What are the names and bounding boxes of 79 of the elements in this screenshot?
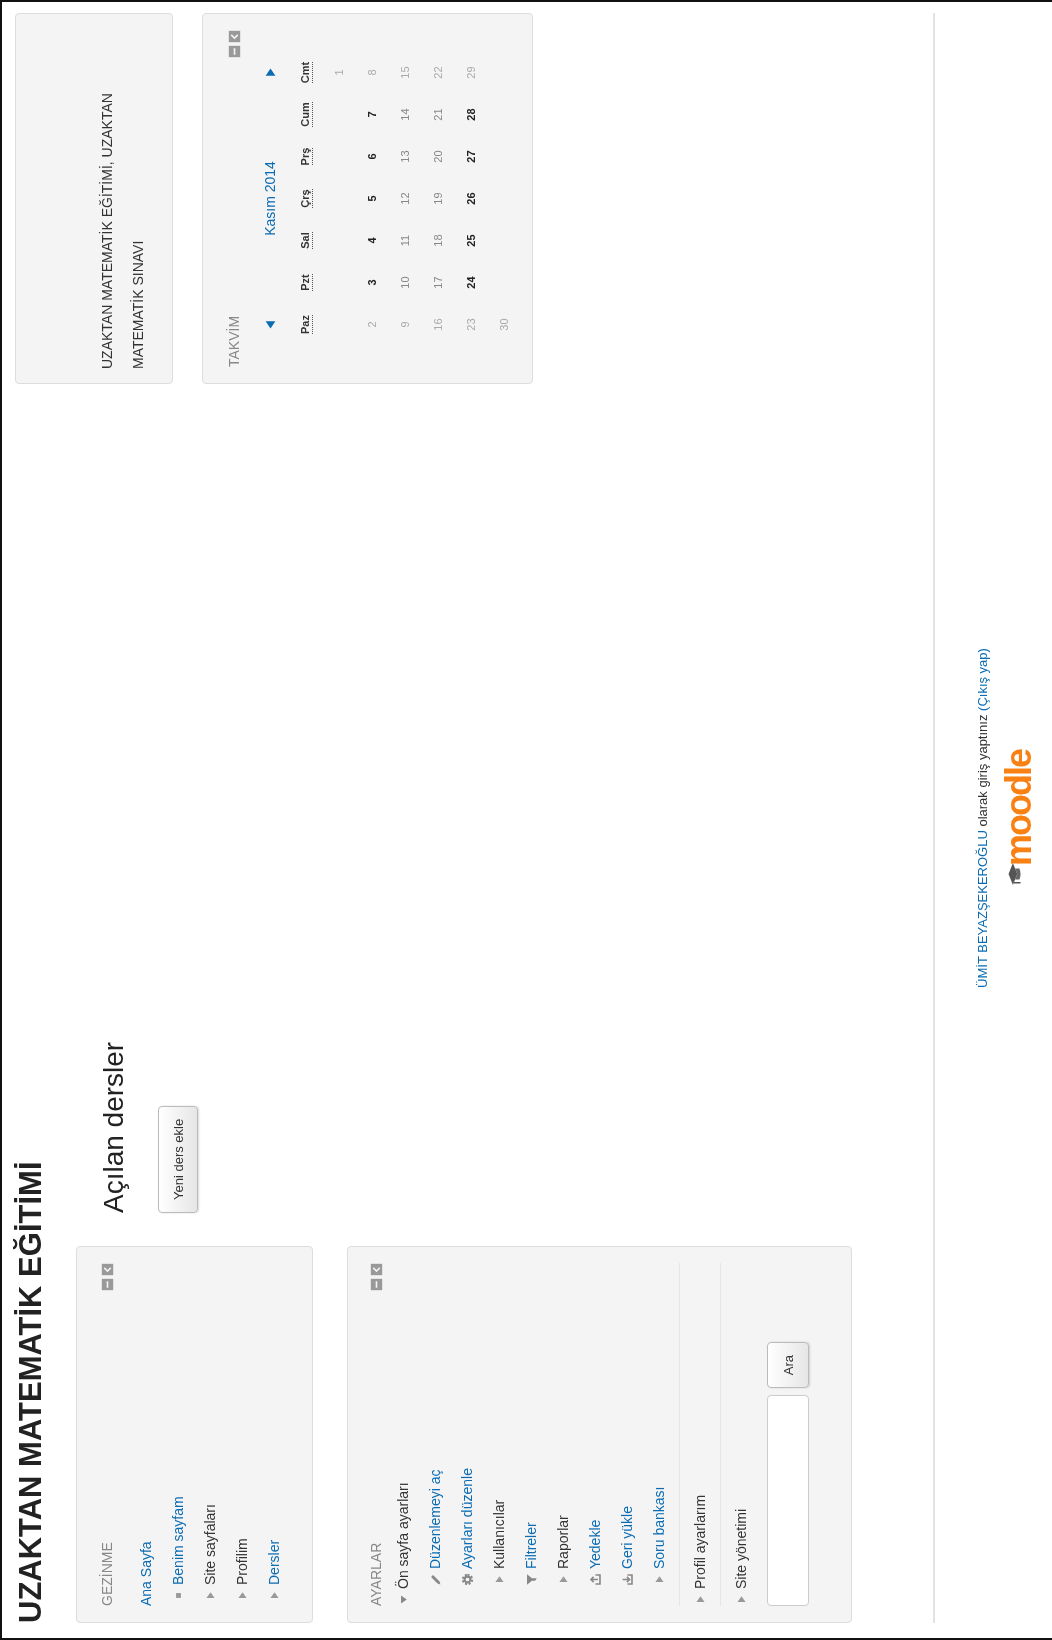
course-text: UZAKTAN MATEMATİK EĞİTİMİ, UZAKTAN MATEMATİK SINAVI [98, 92, 147, 369]
weekday-heading: Paz [298, 315, 313, 334]
calendar-day: 13 [397, 150, 412, 163]
chevron-box-icon[interactable] [100, 1263, 114, 1276]
nav-link[interactable]: Ayarları düzenle [458, 1468, 476, 1569]
minus-box-icon[interactable] [100, 1278, 114, 1291]
site-title: UZAKTAN MATEMATİK EĞİTİMİ [12, 1161, 49, 1623]
calendar-day[interactable]: 3 [364, 279, 379, 286]
calendar-day[interactable]: 4 [364, 237, 379, 244]
calendar-day: 18 [430, 234, 445, 247]
logout-link[interactable]: (Çıkış yap) [975, 648, 990, 711]
calendar-day[interactable]: 24 [463, 276, 478, 289]
pencil-icon [428, 1573, 442, 1586]
weekday-heading: Sal [298, 232, 313, 249]
calendar-day[interactable]: 26 [463, 192, 478, 205]
chevron-box-icon[interactable] [369, 1263, 383, 1276]
calendar-day: 19 [430, 192, 445, 205]
calendar-day[interactable]: 7 [364, 111, 379, 118]
calendar-day: 30 [496, 318, 511, 331]
calendar-day[interactable]: 25 [463, 234, 478, 247]
calendar-day: 15 [397, 66, 412, 79]
nav-item[interactable]: Profil ayarlarım [691, 1494, 709, 1589]
chevron-box-icon[interactable] [227, 30, 241, 43]
search-button[interactable]: Ara [767, 1342, 809, 1388]
calendar-day: 8 [364, 69, 379, 76]
calendar-day: 9 [397, 321, 412, 328]
weekday-heading: Cum [298, 102, 313, 127]
weekday-heading: Prş [298, 147, 313, 166]
block-title: AYARLAR [367, 1542, 385, 1606]
month-link[interactable]: Kasım 2014 [262, 161, 278, 236]
page-heading: Açılan dersler [97, 1041, 130, 1213]
search-field[interactable] [767, 1395, 809, 1606]
login-info: ÜMİT BEYAZŞEKEROĞLU olarak giriş yaptınız (Çıkış yap) [974, 648, 991, 988]
weekday-heading: Çrş [298, 189, 313, 208]
calendar-day: 10 [397, 276, 412, 289]
calendar-day: 2 [364, 321, 379, 328]
download-icon [620, 1573, 634, 1586]
calendar-day: 22 [430, 66, 445, 79]
nav-link[interactable]: Benim sayfam [169, 1496, 187, 1585]
block-title: TAKVİM [225, 315, 243, 367]
nav-item[interactable]: Raporlar [554, 1515, 572, 1569]
calendar-day: 29 [463, 66, 478, 79]
gear-icon [460, 1573, 474, 1586]
nav-item[interactable]: Profilim [233, 1538, 251, 1585]
nav-link[interactable]: Filtreler [522, 1522, 540, 1569]
minus-box-icon[interactable] [369, 1278, 383, 1291]
nav-link[interactable]: Geri yükle [618, 1505, 636, 1569]
calendar-day: 20 [430, 150, 445, 163]
user-link[interactable]: ÜMİT BEYAZŞEKEROĞLU [975, 830, 990, 988]
weekday-heading: Cmt [298, 61, 313, 84]
calendar-day[interactable]: 27 [463, 150, 478, 163]
previous-month-arrow-icon[interactable] [263, 318, 277, 331]
calendar-day: 21 [430, 108, 445, 121]
nav-link[interactable]: Ana Sayfa [137, 1541, 155, 1606]
calendar-day: 1 [331, 69, 346, 76]
calendar-day[interactable]: 6 [364, 153, 379, 160]
calendar-day: 17 [430, 276, 445, 289]
nav-item[interactable]: Kullanıcılar [490, 1499, 508, 1569]
block-title: GEZİNME [98, 1542, 116, 1606]
add-course-button[interactable]: Yeni ders ekle [158, 1105, 198, 1213]
weekday-heading: Pzt [298, 274, 313, 291]
minus-box-icon[interactable] [227, 45, 241, 58]
calendar-day[interactable]: 5 [364, 195, 379, 202]
calendar-day: 12 [397, 192, 412, 205]
calendar-day: 11 [397, 234, 412, 247]
calendar-day: 14 [397, 108, 412, 121]
calendar-day: 16 [430, 318, 445, 331]
calendar-day[interactable]: 28 [463, 108, 478, 121]
filter-icon [524, 1573, 538, 1586]
nav-item[interactable]: Site yönetimi [732, 1508, 750, 1589]
nav-link[interactable]: Yedekle [586, 1519, 604, 1569]
nav-item[interactable]: Site sayfaları [201, 1504, 219, 1585]
upload-icon [588, 1573, 602, 1586]
calendar-day: 23 [463, 318, 478, 331]
nav-link[interactable]: Soru bankası [650, 1486, 668, 1569]
nav-link[interactable]: Düzenlemeyi aç [426, 1469, 444, 1569]
next-month-arrow-icon[interactable] [263, 66, 277, 79]
nav-item[interactable]: Ön sayfa ayarları [394, 1482, 412, 1589]
nav-link[interactable]: Dersler [265, 1539, 283, 1585]
